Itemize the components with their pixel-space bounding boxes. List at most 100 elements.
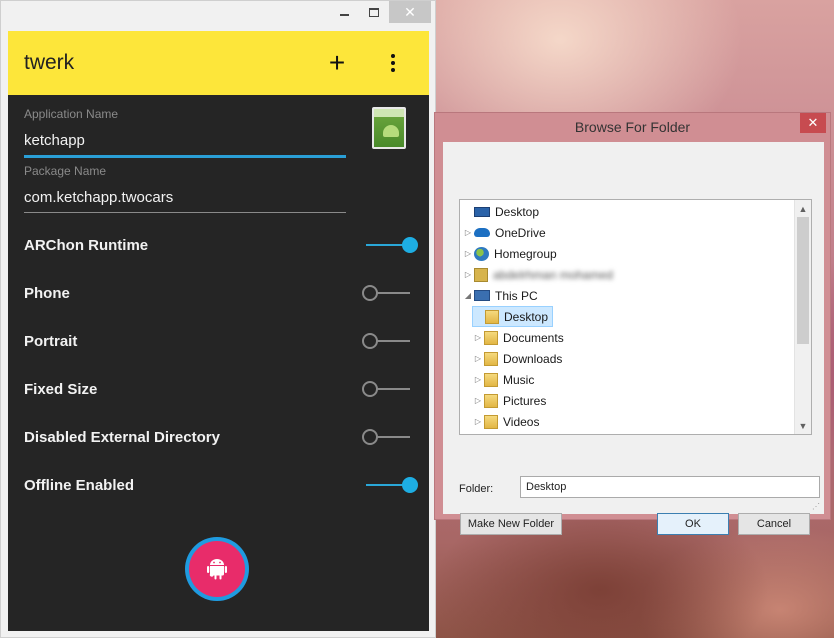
android-icon: [383, 125, 399, 137]
toggle-switch[interactable]: [362, 475, 418, 495]
close-icon: ✕: [404, 3, 416, 20]
folder-icon: [484, 372, 498, 387]
scroll-up-arrow-icon[interactable]: ▲: [795, 200, 811, 217]
toggle-knob: [402, 477, 418, 493]
cloud-icon: [474, 228, 490, 237]
package-name-input[interactable]: com.ketchapp.twocars: [24, 189, 346, 206]
tree-item-label: abdelrhman mohamed: [493, 267, 614, 282]
add-button[interactable]: +: [317, 43, 357, 83]
toggle-label: Phone: [24, 284, 70, 302]
app-bar: twerk +: [8, 31, 429, 95]
folder-tree[interactable]: Desktop ▷ OneDrive ▷ Homegroup ▷ abdelrhman mo…: [459, 199, 812, 435]
tree-item[interactable]: ▷ Homegroup: [462, 243, 561, 264]
tree-item-label: Downloads: [503, 351, 563, 366]
expand-arrow-icon[interactable]: ▷: [472, 396, 484, 405]
user-icon: [474, 267, 488, 282]
tree-item[interactable]: ▷ Music: [472, 369, 538, 390]
tree-item[interactable]: ▷ Pictures: [472, 390, 550, 411]
fab-ring: [185, 537, 249, 601]
ok-button[interactable]: OK: [657, 513, 729, 535]
maximize-button[interactable]: [359, 1, 389, 23]
toggle-label: Fixed Size: [24, 380, 98, 398]
application-name-label: Application Name: [24, 107, 119, 121]
tree-item-label: Documents: [503, 330, 564, 345]
folder-icon: [485, 309, 499, 324]
toggle-row[interactable]: ARChon Runtime: [24, 221, 418, 269]
tree-item[interactable]: ▷ Videos: [472, 411, 543, 432]
folder-icon: [484, 393, 498, 408]
toggle-row[interactable]: Fixed Size: [24, 365, 414, 413]
resize-grip-icon[interactable]: ⋰: [812, 502, 822, 512]
toggle-knob: [362, 429, 378, 445]
tree-item[interactable]: ◢ This PC: [462, 285, 542, 306]
application-name-input[interactable]: ketchapp: [24, 132, 346, 149]
expand-arrow-icon[interactable]: ▷: [472, 333, 484, 342]
homegroup-icon: [474, 246, 489, 261]
toggle-knob: [362, 381, 378, 397]
build-fab-button[interactable]: [189, 541, 245, 597]
cancel-button[interactable]: Cancel: [738, 513, 810, 535]
plus-icon: +: [328, 47, 346, 78]
package-name-label: Package Name: [24, 164, 107, 178]
window-controls: ✕: [329, 1, 431, 27]
toggle-row[interactable]: Disabled External Directory: [24, 413, 414, 461]
toggle-switch[interactable]: [362, 427, 414, 447]
expand-arrow-icon[interactable]: ▷: [472, 375, 484, 384]
folder-icon: [484, 351, 498, 366]
tree-item[interactable]: ▷ Documents: [472, 327, 568, 348]
tree-item-label: Desktop: [495, 204, 540, 219]
scroll-down-arrow-icon[interactable]: ▼: [795, 417, 811, 434]
scroll-thumb[interactable]: [797, 217, 809, 344]
dialog-body: Desktop ▷ OneDrive ▷ Homegroup ▷ abdelrhman mo…: [443, 142, 824, 535]
dialog-close-button[interactable]: ✕: [800, 113, 826, 133]
dialog-title: Browse For Folder: [574, 119, 691, 135]
tree-item[interactable]: ▷ abdelrhman mohamed: [462, 264, 617, 285]
overflow-menu-button[interactable]: [373, 43, 413, 83]
folder-icon: [484, 414, 498, 429]
folder-icon: [484, 330, 498, 345]
expand-arrow-icon[interactable]: ◢: [462, 291, 474, 300]
application-name-underline: [24, 155, 346, 158]
make-new-folder-button[interactable]: Make New Folder: [460, 513, 562, 535]
tree-item[interactable]: Desktop: [472, 306, 554, 327]
toggle-label: ARChon Runtime: [24, 236, 149, 254]
toggle-row[interactable]: Offline Enabled: [24, 461, 418, 509]
app-title: twerk: [24, 51, 75, 74]
tree-scrollbar[interactable]: ▲ ▼: [794, 200, 811, 434]
tree-item[interactable]: ▷ OneDrive: [462, 222, 550, 243]
toggle-switch[interactable]: [362, 331, 414, 351]
toggle-switch[interactable]: [362, 283, 414, 303]
minimize-button[interactable]: [329, 1, 359, 23]
toggle-knob: [362, 333, 378, 349]
close-icon: ✕: [807, 115, 819, 130]
tree-item[interactable]: ▷ Downloads: [472, 348, 566, 369]
expand-arrow-icon[interactable]: ▷: [462, 249, 474, 258]
toggle-knob: [362, 285, 378, 301]
expand-arrow-icon[interactable]: ▷: [472, 417, 484, 426]
app-content: twerk + Application Name ketchapp Packag…: [8, 31, 429, 631]
apk-app-icon[interactable]: [372, 107, 406, 149]
toggle-row[interactable]: Phone: [24, 269, 414, 317]
monitor-icon: [474, 206, 490, 217]
expand-arrow-icon[interactable]: ▷: [472, 354, 484, 363]
maximize-icon: [369, 7, 379, 17]
package-name-field[interactable]: Package Name com.ketchapp.twocars: [24, 164, 346, 213]
toggle-label: Portrait: [24, 332, 78, 350]
toggle-label: Offline Enabled: [24, 476, 135, 494]
tree-item-label: Desktop: [504, 309, 549, 324]
toggle-switch[interactable]: [362, 235, 418, 255]
package-name-underline: [24, 212, 346, 213]
tree-item-label: OneDrive: [495, 225, 546, 240]
folder-input[interactable]: [520, 476, 820, 498]
pc-icon: [474, 290, 490, 301]
toggle-row[interactable]: Portrait: [24, 317, 414, 365]
expand-arrow-icon[interactable]: ▷: [462, 270, 474, 279]
more-vert-icon: [391, 54, 395, 72]
minimize-icon: [339, 14, 349, 16]
tree-item[interactable]: Desktop: [462, 201, 543, 222]
toggle-switch[interactable]: [362, 379, 414, 399]
expand-arrow-icon[interactable]: ▷: [462, 228, 474, 237]
application-name-field[interactable]: Application Name ketchapp: [24, 107, 346, 158]
browse-for-folder-dialog: Browse For Folder ✕ Desktop ▷ OneDrive ▷ Hom…: [434, 112, 831, 535]
window-close-button[interactable]: ✕: [389, 1, 431, 23]
